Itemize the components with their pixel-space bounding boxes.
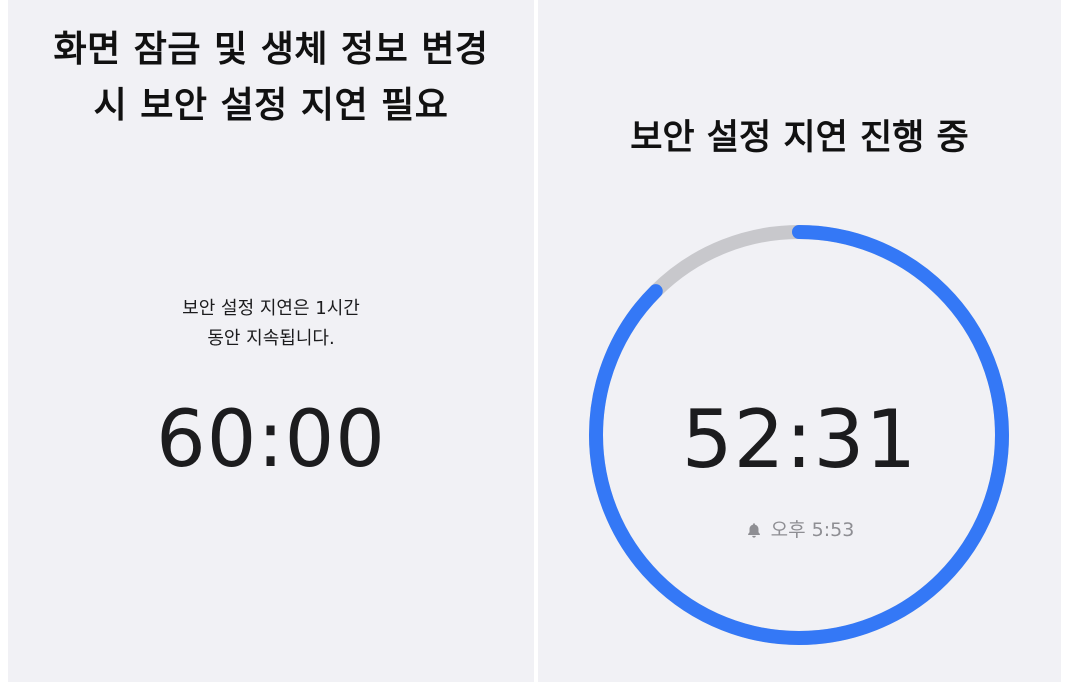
title-line-2: 시 보안 설정 지연 필요 [93, 85, 449, 126]
screenshot-stage: 화면 잠금 및 생체 정보 변경 시 보안 설정 지연 필요 보안 설정 지연은… [0, 0, 1069, 682]
alarm-time-row: 오후 5:53 [538, 516, 1061, 544]
description-line-1: 보안 설정 지연은 1시간 [182, 298, 360, 319]
countdown-timer: 52:31 [681, 393, 918, 486]
bell-icon [747, 523, 760, 538]
security-delay-in-progress-screen: 보안 설정 지연 진행 중 52:31 오후 5:53 [538, 0, 1061, 682]
description-line-2: 동안 지속됩니다. [207, 328, 335, 349]
title-line-1: 화면 잠금 및 생체 정보 변경 [53, 29, 489, 70]
page-title: 보안 설정 지연 진행 중 [630, 118, 969, 158]
countdown-timer: 60:00 [156, 395, 386, 485]
alarm-time-label: 오후 5:53 [770, 519, 855, 541]
delay-description: 보안 설정 지연은 1시간 동안 지속됩니다. [8, 294, 534, 354]
security-delay-required-screen: 화면 잠금 및 생체 정보 변경 시 보안 설정 지연 필요 보안 설정 지연은… [8, 0, 534, 682]
page-title: 화면 잠금 및 생체 정보 변경 시 보안 설정 지연 필요 [8, 22, 534, 134]
